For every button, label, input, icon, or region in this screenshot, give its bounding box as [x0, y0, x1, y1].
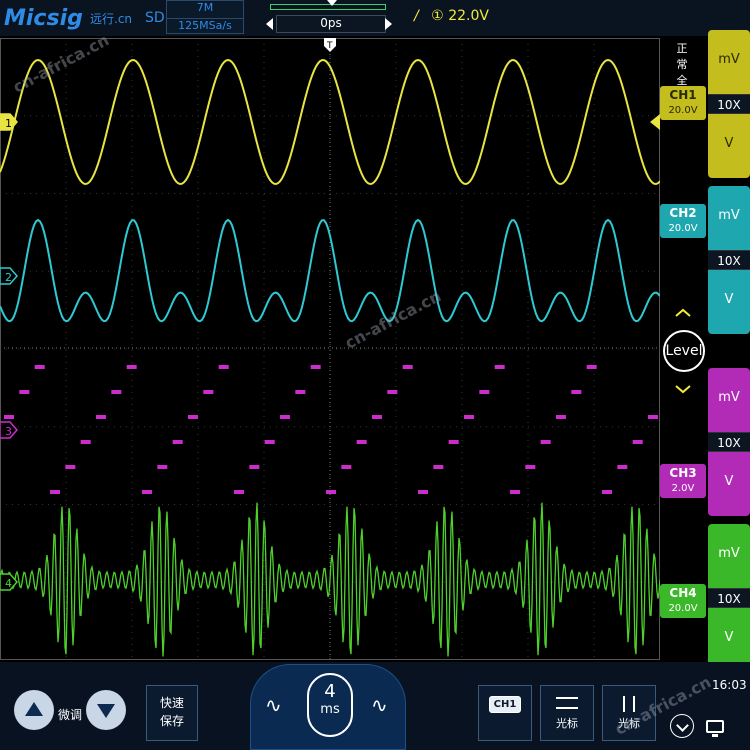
quick-save-line2: 保存: [159, 714, 184, 728]
marker-number: 1: [5, 117, 12, 130]
marker-number: 4: [5, 577, 12, 590]
triangle-up-icon: [25, 702, 43, 716]
quick-save-button[interactable]: 快速 保存: [146, 685, 198, 741]
gain-unit-small-button[interactable]: mV: [708, 546, 750, 561]
gain-unit-small-button[interactable]: mV: [708, 208, 750, 223]
probe-factor[interactable]: 10X: [708, 250, 750, 270]
channel-name: CH3: [669, 466, 697, 480]
channel-label-ch3[interactable]: CH3 2.0V: [660, 464, 706, 498]
level-control[interactable]: Level: [660, 306, 706, 398]
gain-unit-large-button[interactable]: V: [708, 474, 750, 489]
triangle-down-icon: [97, 704, 115, 718]
gain-unit-small-button[interactable]: mV: [708, 390, 750, 405]
graticule: [0, 38, 660, 660]
memory-depth: 7M: [196, 1, 214, 14]
trigger-info[interactable]: / ① 22.0V: [414, 8, 489, 24]
channel-label-ch2[interactable]: CH2 20.0V: [660, 204, 706, 238]
probe-factor[interactable]: 10X: [708, 94, 750, 114]
gain-panel-ch3[interactable]: mV 10X V: [708, 368, 750, 516]
quick-save-line1: 快速: [159, 696, 184, 710]
horizontal-position-control[interactable]: 0ps: [266, 0, 396, 34]
fine-adjust-label: 微调: [58, 708, 83, 722]
channel-name: CH1: [669, 88, 697, 102]
timebase-control[interactable]: ∿ 4 ms ∿: [250, 664, 406, 750]
sample-rate: 125MSa/s: [167, 18, 243, 32]
horizontal-cursor-icon: [556, 697, 578, 709]
level-button[interactable]: Level: [663, 330, 705, 372]
waveform-display[interactable]: 1 2 3 4 T: [0, 38, 660, 660]
left-arrow-icon[interactable]: [266, 18, 273, 30]
memory-position-bar: [270, 0, 386, 10]
timebase-unit: ms: [320, 702, 340, 717]
gain-panel-ch2[interactable]: mV 10X V: [708, 186, 750, 334]
trigger-channel-marker: ①: [431, 8, 444, 24]
caret-up-icon[interactable]: [674, 308, 692, 318]
gain-panel-ch1[interactable]: mV 10X V: [708, 30, 750, 178]
trigger-position-label: T: [326, 41, 333, 51]
probe-factor[interactable]: 10X: [708, 588, 750, 608]
channel-scale: 20.0V: [668, 603, 698, 614]
channel-scale: 20.0V: [668, 223, 698, 234]
channel-scale: 2.0V: [671, 483, 695, 494]
gain-unit-small-button[interactable]: mV: [708, 52, 750, 67]
cursor-horizontal-button[interactable]: 光标: [540, 685, 594, 741]
acquisition-info[interactable]: 7M 125MSa/s: [166, 0, 244, 34]
gain-unit-large-button[interactable]: V: [708, 292, 750, 307]
gain-unit-large-button[interactable]: V: [708, 136, 750, 151]
gain-panel-ch4[interactable]: mV 10X V: [708, 524, 750, 672]
channel-label-ch1[interactable]: CH1 20.0V: [660, 86, 706, 120]
status-panel: 正常 全: [672, 40, 692, 88]
brand-sub: 远行.cn: [90, 12, 133, 26]
probe-factor[interactable]: 10X: [708, 432, 750, 452]
channel-name: CH4: [669, 586, 697, 600]
fine-up-button[interactable]: [14, 690, 54, 730]
channel-scale: 20.0V: [668, 105, 698, 116]
monitor-icon[interactable]: [706, 720, 724, 737]
cursor-horizontal-label: 光标: [556, 717, 578, 730]
fine-down-button[interactable]: [86, 690, 126, 730]
channel-select-button[interactable]: CH1: [478, 685, 532, 741]
rising-edge-icon: /: [414, 8, 419, 24]
timebase-value: 4: [324, 681, 336, 702]
channel-name: CH2: [669, 206, 697, 220]
clock: 16:03: [712, 678, 747, 692]
ch1-chip: CH1: [488, 696, 522, 713]
channel-label-ch4[interactable]: CH4 20.0V: [660, 584, 706, 618]
marker-number: 2: [5, 271, 12, 284]
trigger-level: 22.0V: [448, 8, 489, 24]
horizontal-position-value: 0ps: [276, 15, 386, 33]
caret-down-icon[interactable]: [674, 384, 692, 394]
run-state: 正常: [676, 42, 688, 71]
top-status-bar: Micsig 远行.cn SD 7M 125MSa/s 0ps / ① 22.0…: [0, 0, 750, 36]
marker-number: 3: [5, 425, 12, 438]
acquisition-mode[interactable]: SD: [145, 10, 165, 26]
chevron-down-icon[interactable]: [670, 714, 694, 738]
timebase-increase-icon[interactable]: ∿: [371, 693, 388, 717]
gain-unit-large-button[interactable]: V: [708, 630, 750, 645]
brand-logo: Micsig: [4, 6, 83, 31]
timebase-dial[interactable]: 4 ms: [307, 673, 353, 737]
timebase-decrease-icon[interactable]: ∿: [265, 693, 282, 717]
right-arrow-icon[interactable]: [385, 18, 392, 30]
